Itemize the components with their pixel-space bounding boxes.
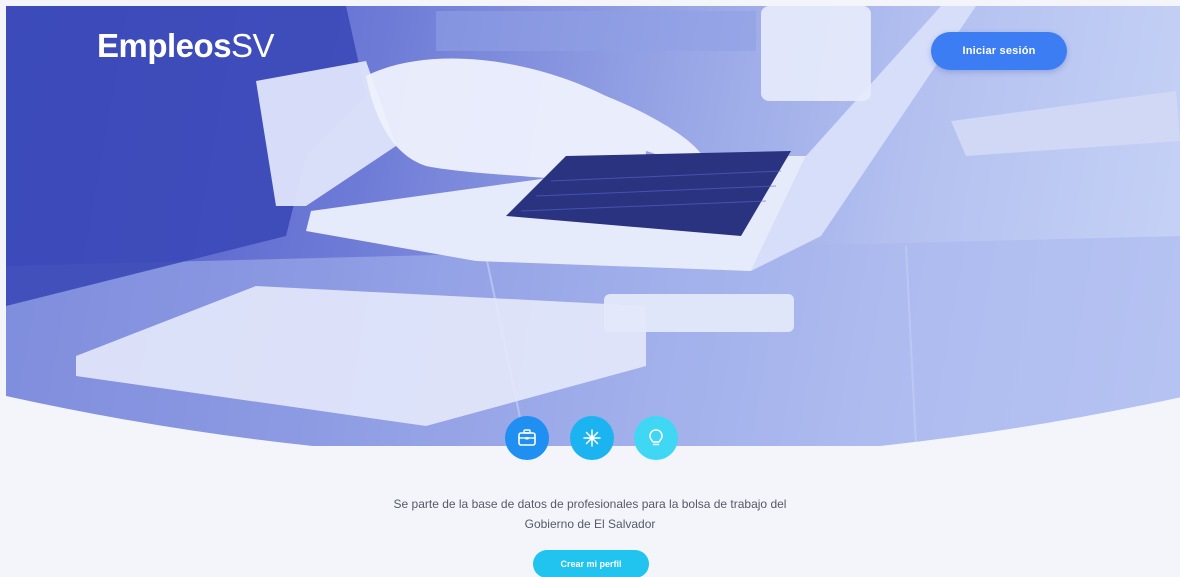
lightbulb-icon	[649, 429, 663, 446]
logo-text-thin: SV	[231, 27, 275, 64]
site-logo[interactable]: Empleos SV	[97, 27, 275, 64]
tagline-line-1: Se parte de la base de datos de profesio…	[393, 497, 787, 511]
create-profile-button[interactable]: Crear mi perfil	[533, 550, 649, 577]
snowflake-icon	[583, 429, 601, 447]
login-button[interactable]: Iniciar sesión	[931, 32, 1067, 70]
feature-briefcase	[505, 416, 549, 460]
tagline: Se parte de la base de datos de profesio…	[330, 494, 850, 534]
logo-text-bold: Empleos	[97, 27, 232, 64]
briefcase-icon	[518, 429, 536, 446]
feature-idea	[634, 416, 678, 460]
landing-page: Empleos SV Iniciar sesión Se parte de la…	[0, 0, 1180, 577]
feature-network	[570, 416, 614, 460]
tagline-line-2: Gobierno de El Salvador	[524, 517, 656, 531]
hero-banner	[6, 6, 1180, 446]
